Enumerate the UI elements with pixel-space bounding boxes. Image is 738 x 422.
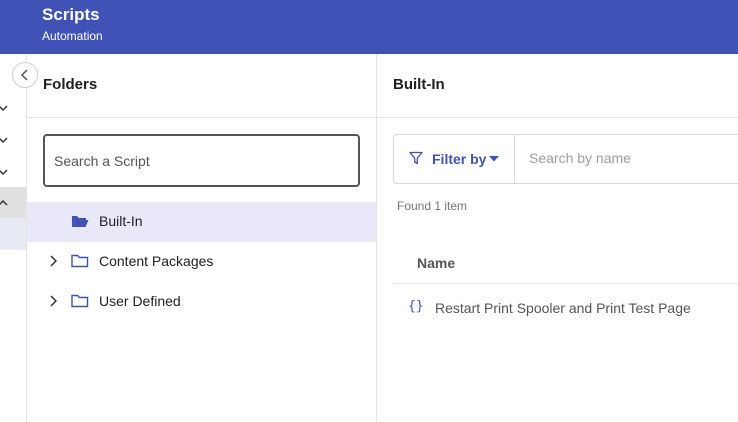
result-count: Found 1 item: [397, 199, 468, 213]
chevron-right-icon[interactable]: [49, 295, 57, 307]
filter-by-button[interactable]: Filter by: [394, 135, 515, 183]
search-by-name-input[interactable]: Search by name: [529, 150, 631, 166]
chevron-down-icon: [0, 168, 8, 175]
divider: [27, 117, 376, 118]
app-header: Scripts Automation: [0, 0, 738, 54]
nav-expand-item-3[interactable]: [0, 156, 26, 187]
collapse-sidebar-button[interactable]: [12, 62, 38, 88]
filter-by-label: Filter by: [432, 151, 487, 167]
code-braces-icon: {}: [408, 299, 424, 314]
content-title: Built-In: [393, 76, 445, 93]
script-name[interactable]: Restart Print Spooler and Print Test Pag…: [435, 300, 691, 316]
divider: [393, 283, 738, 284]
tree-item-label: Built-In: [99, 213, 143, 229]
page-subtitle: Automation: [42, 29, 103, 43]
chevron-down-icon: [0, 136, 8, 143]
script-search-input[interactable]: Search a Script: [43, 134, 360, 187]
chevron-right-icon[interactable]: [49, 255, 57, 267]
folder-icon: [71, 294, 89, 308]
tree-item-label: Content Packages: [99, 253, 214, 269]
search-by-name-placeholder: Search by name: [529, 150, 631, 166]
filter-icon: [409, 151, 423, 165]
caret-down-icon: [489, 156, 499, 162]
chevron-up-icon: [0, 199, 8, 206]
chevron-left-icon: [20, 69, 28, 81]
left-nav-rail: [0, 54, 27, 422]
tree-item-built-in[interactable]: Built-In: [27, 202, 376, 242]
tree-item-user-defined[interactable]: User Defined: [27, 282, 376, 322]
table-row[interactable]: {} Restart Print Spooler and Print Test …: [393, 294, 738, 324]
column-header-name[interactable]: Name: [417, 255, 455, 271]
filter-bar: Filter by Search by name: [393, 134, 738, 184]
nav-expand-item-2[interactable]: [0, 124, 26, 155]
nav-expand-item-1[interactable]: [0, 92, 26, 123]
search-placeholder: Search a Script: [54, 152, 150, 169]
nav-expand-item-4[interactable]: [0, 187, 26, 218]
nav-subitem-active[interactable]: [0, 218, 26, 250]
page-title: Scripts: [42, 5, 100, 24]
content-panel: Built-In Filter by Search by name Found …: [377, 54, 738, 422]
folders-title: Folders: [43, 76, 98, 93]
tree-item-content-packages[interactable]: Content Packages: [27, 242, 376, 282]
folder-open-icon: [72, 216, 89, 227]
tree-item-label: User Defined: [99, 293, 181, 309]
divider: [377, 117, 738, 118]
folder-icon: [71, 254, 89, 268]
chevron-down-icon: [0, 104, 8, 111]
folders-panel: Folders Search a Script Built-In Content…: [27, 54, 377, 422]
